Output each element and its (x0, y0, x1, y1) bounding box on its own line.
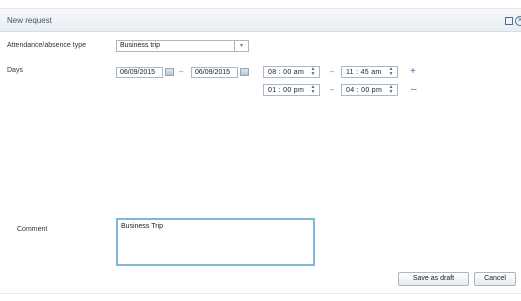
time-spinner-icon[interactable]: ▲ ▼ (310, 67, 316, 77)
days-label: Days (7, 67, 23, 74)
new-request-dialog: New request ✕ Attendance/absence type Bu… (0, 0, 521, 301)
date-to-value: 06/09/2015 (195, 69, 231, 76)
end-time-input[interactable]: 11 : 45 am ▲ ▼ (341, 66, 398, 78)
date-from-value: 06/09/2015 (120, 69, 156, 76)
time-spinner-icon[interactable]: ▲ ▼ (388, 67, 394, 77)
calendar-icon[interactable] (240, 68, 249, 76)
time-spinner-icon[interactable]: ▲ ▼ (388, 85, 394, 95)
comment-textarea[interactable]: Business Trip (116, 218, 315, 266)
attendance-type-label: Attendance/absence type (7, 42, 87, 49)
close-icon[interactable]: ✕ (515, 16, 521, 26)
end-time-value: 04 : 00 pm (346, 87, 383, 94)
start-time-input[interactable]: 08 : 00 am ▲ ▼ (263, 66, 320, 78)
time-range-separator: – (330, 85, 335, 94)
add-time-row-icon[interactable]: + (410, 66, 416, 77)
remove-time-row-icon[interactable]: – (411, 84, 417, 95)
cancel-button[interactable]: Cancel (474, 272, 516, 286)
dialog-title: New request (7, 16, 52, 25)
attendance-type-select[interactable]: Business trip ▾ (116, 40, 249, 52)
date-to-input[interactable]: 06/09/2015 (191, 67, 238, 78)
attendance-type-value: Business trip (120, 42, 161, 49)
footer-divider (0, 293, 521, 294)
chevron-down-icon[interactable]: ▾ (234, 41, 248, 51)
start-time-input[interactable]: 01 : 00 pm ▲ ▼ (263, 84, 320, 96)
end-time-input[interactable]: 04 : 00 pm ▲ ▼ (341, 84, 398, 96)
time-spinner-icon[interactable]: ▲ ▼ (310, 85, 316, 95)
date-from-input[interactable]: 06/09/2015 (116, 67, 163, 78)
save-as-draft-button[interactable]: Save as draft (398, 272, 469, 286)
calendar-icon[interactable] (165, 68, 174, 76)
start-time-value: 08 : 00 am (268, 69, 305, 76)
time-range-separator: – (330, 67, 335, 76)
start-time-value: 01 : 00 pm (268, 87, 305, 94)
end-time-value: 11 : 45 am (346, 69, 382, 76)
restore-window-icon[interactable] (505, 17, 513, 25)
comment-label: Comment (17, 226, 48, 233)
date-range-separator: – (179, 67, 184, 76)
dialog-title-bar: New request ✕ (0, 8, 521, 32)
